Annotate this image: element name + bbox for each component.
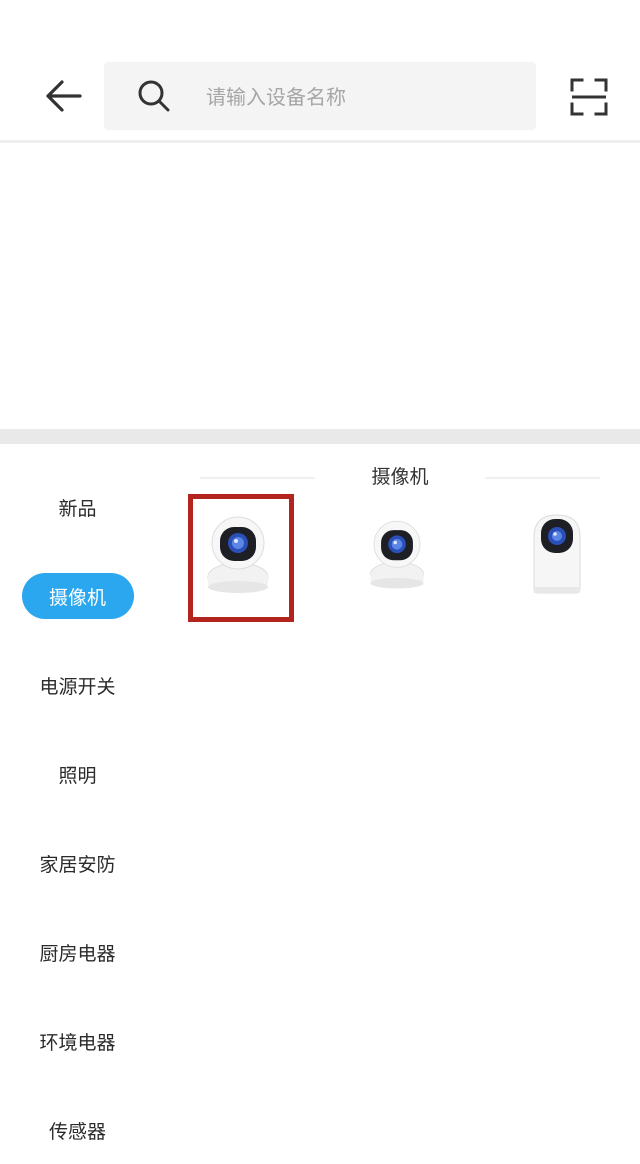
- pan-tilt-camera-icon: [207, 516, 269, 593]
- back-button[interactable]: [40, 74, 88, 118]
- sidebar-item-home-security[interactable]: 家居安防: [0, 838, 155, 888]
- sidebar-item-label: 厨房电器: [39, 942, 116, 965]
- sidebar-item-label: 摄像机: [21, 573, 134, 619]
- sidebar-item-label: 家居安防: [39, 853, 116, 876]
- sidebar-item-label: 环境电器: [39, 1031, 116, 1054]
- sidebar-item-label: 新品: [58, 497, 97, 520]
- sidebar-item-camera[interactable]: 摄像机: [0, 571, 155, 621]
- search-input[interactable]: [204, 62, 528, 132]
- section-divider: [0, 429, 640, 444]
- sidebar-item-label: 照明: [58, 764, 97, 787]
- scan-icon: [570, 78, 608, 116]
- cube-camera-icon: [533, 514, 581, 594]
- divider: [200, 477, 315, 479]
- sidebar-item-lighting[interactable]: 照明: [0, 749, 155, 799]
- divider: [485, 477, 600, 479]
- top-bar: [0, 0, 640, 140]
- section-header: 摄像机: [200, 462, 600, 492]
- product-camera-3[interactable]: [507, 504, 607, 604]
- sidebar-item-label: 传感器: [48, 1120, 106, 1143]
- product-camera-2[interactable]: [347, 504, 447, 604]
- sidebar-item-new[interactable]: 新品: [0, 482, 155, 532]
- scan-button[interactable]: [570, 78, 608, 116]
- sidebar-item-power-switch[interactable]: 电源开关: [0, 660, 155, 710]
- sidebar-item-kitchen-appliances[interactable]: 厨房电器: [0, 927, 155, 977]
- sidebar-item-label: 电源开关: [39, 675, 116, 698]
- search-box[interactable]: [104, 62, 536, 132]
- section-title: 摄像机: [371, 466, 429, 488]
- product-camera-1[interactable]: [188, 504, 288, 604]
- pan-tilt-camera-icon: [369, 520, 425, 589]
- banner-area: [0, 143, 640, 429]
- product-panel: 摄像机: [170, 444, 640, 1164]
- search-icon: [138, 80, 170, 112]
- back-arrow-icon: [46, 80, 82, 112]
- sidebar-item-environment-appliances[interactable]: 环境电器: [0, 1016, 155, 1066]
- sidebar-item-sensors[interactable]: 传感器: [0, 1105, 155, 1155]
- category-sidebar: 新品 摄像机 电源开关 照明 家居安防 厨房电器 环境电器 传感器: [0, 444, 155, 1164]
